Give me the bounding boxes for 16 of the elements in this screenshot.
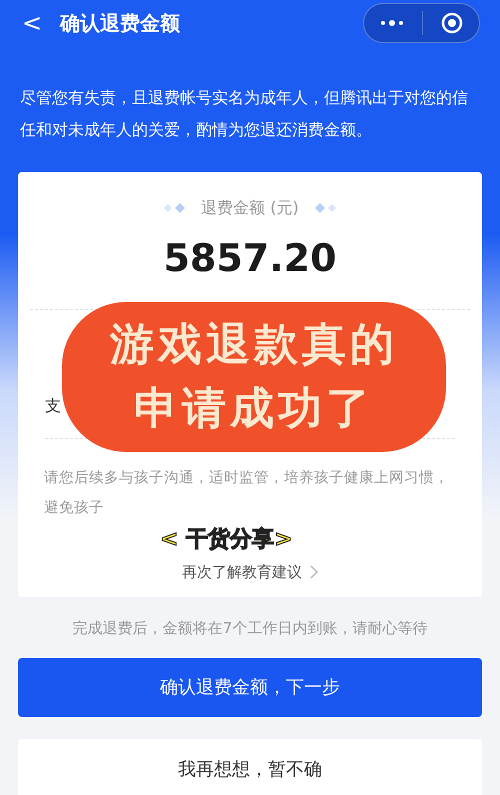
advice-text: 请您后续多与孩子沟通，适时监管，培养孩子健康上网习惯，避免孩子 (44, 468, 450, 518)
back-button[interactable]: < (20, 5, 44, 41)
sticker-text: 申请成功了 (134, 382, 374, 436)
row-label: 支 (45, 395, 61, 417)
sticker-text: 游戏退款真的 (110, 318, 398, 372)
window-title: 确认退费金额 (60, 10, 180, 37)
chevron-right-icon (310, 565, 318, 580)
amount-label: 退费金额 (元) (201, 197, 299, 219)
more-icon[interactable] (380, 19, 404, 27)
confirm-button[interactable]: 确认退费金额，下一步 (18, 658, 482, 716)
education-link[interactable]: 再次了解教育建议 (182, 561, 318, 584)
sticker-tag: < 干货分享> (160, 523, 293, 556)
notice-text: 尽管您有失责，且退费帐号实名为成年人，但腾讯出于对您的信任和对未成年人的关爱，酌情为您退还消费金额。 (19, 87, 469, 141)
refund-amount: 5857.20 (163, 235, 337, 282)
footer-note: 完成退费后，金额将在7个工作日内到账，请耐心等待 (72, 618, 428, 639)
cancel-button[interactable]: 我再想想，暂不确 (18, 738, 482, 795)
